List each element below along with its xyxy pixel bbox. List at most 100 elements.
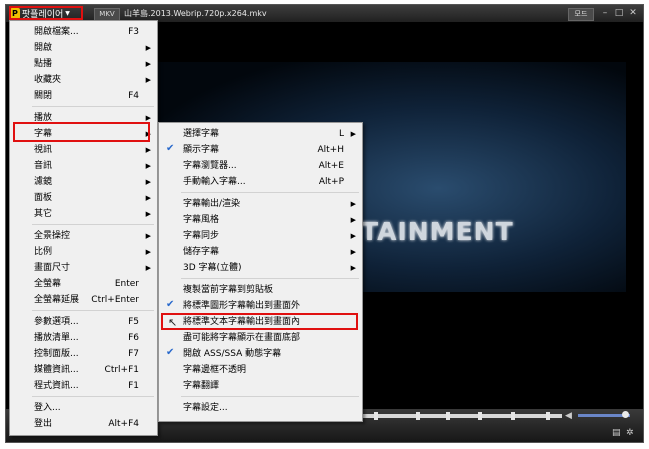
menu-item-label: 視訊 [34,145,53,155]
mouse-cursor: ↖ [168,316,178,329]
subtitle-menu-item[interactable]: 字幕設定... [159,400,362,416]
subtitle-menu-item[interactable]: 字幕輸出/渲染 ▶ [159,196,362,212]
mode-button[interactable]: 모드 [568,8,594,21]
arrow-right-icon: ▶ [145,264,151,272]
minimize-icon[interactable]: – [599,7,611,19]
menu-item-label: 畫面尺寸 [34,263,71,273]
subtitle-menu-item[interactable]: 字幕翻譯 [159,378,362,394]
menu-separator [181,396,359,397]
arrow-right-icon: ▶ [145,60,151,68]
main-menu-item[interactable]: 全景操控 ▶ [10,228,157,244]
menu-item-label: 全螢幕延展 [34,295,80,305]
menu-item-label: 全螢幕 [34,279,62,289]
main-menu-item[interactable]: 收藏夾 ▶ [10,72,157,88]
menu-item-shortcut: Alt+H [317,145,345,155]
main-menu-item[interactable]: 開啟檔案... F3 [10,24,157,40]
main-menu-item[interactable]: 登出 Alt+F4 [10,416,157,432]
arrow-right-icon: ▶ [350,200,356,208]
main-menu-item[interactable]: 媒體資訊... Ctrl+F1 [10,362,157,378]
subtitle-menu-item[interactable]: 字幕邊框不透明 [159,362,362,378]
main-menu-item[interactable]: 比例 ▶ [10,244,157,260]
subtitle-menu-item[interactable]: 手動輸入字幕... Alt+P [159,174,362,190]
arrow-right-icon: ▶ [145,194,151,202]
chapter-marker [416,412,420,420]
arrow-right-icon: ▶ [145,210,151,218]
subtitle-menu-highlight [13,122,150,142]
menu-item-shortcut: Ctrl+Enter [91,295,139,305]
volume-icon[interactable]: ◀ [565,411,572,421]
menu-item-label: 顯示字幕 [183,145,220,155]
main-menu-item[interactable]: 開啟 ▶ [10,40,157,56]
menu-separator [32,310,154,311]
menu-item-shortcut: F3 [128,27,139,37]
menu-item-label: 其它 [34,209,53,219]
arrow-right-icon: ▶ [350,248,356,256]
menu-item-label: 字幕翻譯 [183,381,220,391]
subtitle-menu-item[interactable]: ✔ 顯示字幕 Alt+H [159,142,362,158]
main-menu-item[interactable]: 點播 ▶ [10,56,157,72]
main-menu-item[interactable]: 視訊 ▶ [10,142,157,158]
arrow-right-icon: ▶ [350,232,356,240]
menu-item-shortcut: Alt+P [318,177,344,187]
window-title: 山羊島.2013.Webrip.720p.x264.mkv [124,9,267,18]
mode-label: 모드 [574,10,588,18]
menu-item-label: 比例 [34,247,53,257]
menu-item-shortcut: Alt+E [318,161,344,171]
menu-item-label: 播放清單... [34,333,79,343]
checkmark-icon: ✔ [166,347,175,358]
main-menu-item[interactable]: 全螢幕 Enter [10,276,157,292]
arrow-right-icon: ▶ [145,178,151,186]
arrow-right-icon: ▶ [145,76,151,84]
menu-item-label: 開啟檔案... [34,27,79,37]
main-menu-item[interactable]: 參數選項... F5 [10,314,157,330]
volume-knob[interactable] [622,411,629,418]
arrow-right-icon: ▶ [350,216,356,224]
main-menu-item[interactable]: 關閉 F4 [10,88,157,104]
menu-item-label: 字幕瀏覽器... [183,161,237,171]
main-menu-item[interactable]: 面板 ▶ [10,190,157,206]
subtitle-menu-item[interactable]: 盡可能將字幕顯示在畫面底部 [159,330,362,346]
menu-item-label: 登出 [34,419,53,429]
main-menu-item[interactable]: 程式資訊... F1 [10,378,157,394]
checkmark-icon: ✔ [166,299,175,310]
menu-item-label: 全景操控 [34,231,71,241]
subtitle-menu-item[interactable]: 字幕同步 ▶ [159,228,362,244]
menu-item-shortcut: Enter [114,279,139,289]
menu-item-shortcut: F5 [128,317,139,327]
menu-separator [32,224,154,225]
menu-item-label: 字幕輸出/渲染 [183,199,241,209]
main-menu-item[interactable]: 音訊 ▶ [10,158,157,174]
chapter-marker [546,412,550,420]
main-menu-item[interactable]: 濾鏡 ▶ [10,174,157,190]
subtitle-menu-item[interactable]: ✔ 開啟 ASS/SSA 動態字幕 [159,346,362,362]
subtitle-menu-item[interactable]: ✔ 將標準圖形字幕輸出到畫面外 [159,298,362,314]
menu-item-label: 手動輸入字幕... [183,177,246,187]
main-menu-item[interactable]: 全螢幕延展 Ctrl+Enter [10,292,157,308]
app-menu-highlight [9,6,83,20]
subtitle-menu-item[interactable]: 複製當前字幕到剪貼板 [159,282,362,298]
chapter-marker [478,412,482,420]
main-menu-item[interactable]: 控制面版... F7 [10,346,157,362]
subtitle-menu-item[interactable]: 3D 字幕(立體) ▶ [159,260,362,276]
subtitle-menu-item[interactable]: 儲存字幕 ▶ [159,244,362,260]
menu-item-label: 儲存字幕 [183,247,220,257]
menu-item-label: 濾鏡 [34,177,53,187]
close-icon[interactable]: ✕ [627,7,639,19]
main-menu-item[interactable]: 畫面尺寸 ▶ [10,260,157,276]
menu-item-shortcut: F4 [128,91,139,101]
menu-item-label: 將標準圖形字幕輸出到畫面外 [183,301,301,311]
maximize-icon[interactable]: □ [613,7,625,19]
menu-item-label: 關閉 [34,91,53,101]
menu-item-shortcut: Alt+F4 [108,419,139,429]
menu-item-label: 字幕邊框不透明 [183,365,247,375]
menu-separator [32,106,154,107]
subtitle-menu-item[interactable]: 選擇字幕 L ▶ [159,126,362,142]
main-menu-item[interactable]: 登入... [10,400,157,416]
subtitle-menu-item[interactable]: 字幕風格 ▶ [159,212,362,228]
gear-icon[interactable]: ✲ [626,428,634,438]
playlist-icon[interactable]: ▤ [612,428,621,438]
main-menu-item[interactable]: 播放清單... F6 [10,330,157,346]
menu-item-label: 字幕風格 [183,215,220,225]
subtitle-menu-item[interactable]: 字幕瀏覽器... Alt+E [159,158,362,174]
main-menu-item[interactable]: 其它 ▶ [10,206,157,222]
